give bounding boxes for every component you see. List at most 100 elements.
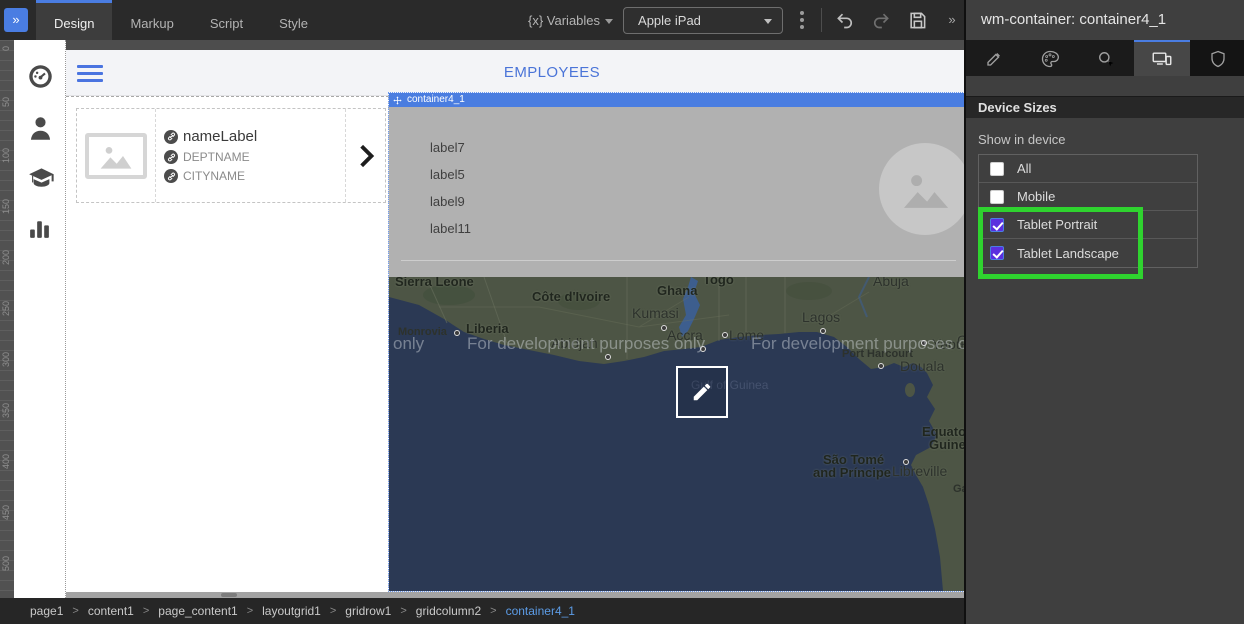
breadcrumb-item[interactable]: layoutgrid1 >: [262, 604, 345, 618]
label-widget[interactable]: label11: [430, 221, 471, 236]
panel-tab-palette-icon[interactable]: [1022, 40, 1078, 76]
device-checkbox-label: Tablet Portrait: [1017, 217, 1097, 232]
bound-field-label: CITYNAME: [183, 169, 245, 183]
chevron-down-icon: [764, 19, 772, 24]
page-header: EMPLOYEES: [66, 50, 964, 96]
save-icon[interactable]: [904, 7, 930, 33]
gray-container[interactable]: label7 label5 label9 label11: [389, 107, 964, 277]
chevron-right-icon: [345, 109, 385, 202]
collapse-toolbar-button[interactable]: »: [941, 9, 963, 31]
label-widget[interactable]: label7: [430, 140, 465, 155]
breadcrumb-separator-icon: >: [247, 605, 253, 617]
breadcrumb-separator-icon: >: [330, 605, 336, 617]
panel-tab-devices-icon[interactable]: [1134, 40, 1190, 76]
sidebar-bar-chart-icon[interactable]: [27, 216, 54, 243]
ruler-tick: 0: [1, 46, 11, 51]
app-nav-sidebar: [14, 40, 66, 598]
google-map-widget[interactable]: Sierra LeoneCôte d'IvoireGhanaTogoLiberi…: [389, 277, 964, 591]
device-size-row[interactable]: Mobile: [979, 183, 1197, 211]
map-watermark: For development purposes only: [751, 335, 964, 354]
binding-link-icon: [164, 130, 178, 144]
sidebar-user-icon[interactable]: [27, 115, 54, 142]
device-checkbox[interactable]: [990, 218, 1004, 232]
breadcrumb-item[interactable]: container4_1 >: [506, 604, 575, 618]
show-in-device-label: Show in device: [978, 132, 1065, 147]
redo-icon[interactable]: [868, 7, 894, 33]
panel-tab-pencil-icon[interactable]: [966, 40, 1022, 76]
device-frame-top: [66, 40, 964, 50]
sidebar-dashboard-icon[interactable]: [27, 63, 54, 90]
map-label: Douala: [900, 359, 944, 374]
ruler-tick: 250: [1, 301, 11, 316]
city-marker-icon: [454, 330, 460, 336]
editor-mode-tab[interactable]: Design: [36, 0, 112, 40]
breadcrumb-separator-icon: >: [72, 605, 78, 617]
scrollbar-handle[interactable]: [221, 593, 237, 597]
map-label: Lagos: [802, 310, 840, 325]
map-edit-button[interactable]: [676, 366, 728, 418]
breadcrumb-separator-icon: >: [400, 605, 406, 617]
device-size-row[interactable]: Tablet Landscape: [979, 239, 1197, 267]
variables-menu[interactable]: {x} Variables: [528, 13, 613, 28]
toolbar-divider: [821, 8, 822, 32]
ruler-tick: 300: [1, 352, 11, 367]
city-marker-icon: [661, 325, 667, 331]
device-size-row[interactable]: All: [979, 155, 1197, 183]
map-label: Abuja: [873, 277, 909, 289]
device-checkbox[interactable]: [990, 246, 1004, 260]
more-vertical-icon[interactable]: [793, 7, 811, 33]
widget-tag-label: container4_1: [407, 93, 465, 107]
panel-tab-shield-icon[interactable]: [1190, 40, 1244, 76]
bound-field-row: nameLabel: [164, 128, 345, 145]
device-checkbox[interactable]: [990, 162, 1004, 176]
device-checkbox-label: All: [1017, 161, 1031, 176]
binding-link-icon: [164, 150, 178, 164]
pencil-icon: [691, 381, 713, 403]
ruler-tick: 150: [1, 199, 11, 214]
label-widget[interactable]: label5: [430, 167, 465, 182]
breadcrumb-item[interactable]: content1 >: [88, 604, 158, 618]
image-placeholder-icon: [85, 133, 147, 179]
device-checkbox[interactable]: [990, 190, 1004, 204]
sidebar-education-icon[interactable]: [27, 165, 54, 192]
bound-field-label: nameLabel: [183, 128, 257, 145]
map-label: Togo: [703, 277, 734, 287]
ruler-tick: 200: [1, 250, 11, 265]
breadcrumb-item[interactable]: page_content1 >: [158, 604, 262, 618]
breadcrumb-separator-icon: >: [490, 605, 496, 617]
ruler-tick: 450: [1, 505, 11, 520]
map-label: Ga: [953, 483, 964, 495]
bound-field-label: DEPTNAME: [183, 150, 250, 164]
widget-selection-tag[interactable]: container4_1: [389, 93, 964, 107]
map-label: Sierra Leone: [395, 277, 474, 289]
vertical-ruler: 050100150200250300350400450500: [0, 40, 14, 598]
editor-mode-tab[interactable]: Script: [192, 0, 261, 40]
design-canvas: EMPLOYEES nameLabel: [66, 40, 964, 598]
breadcrumb-separator-icon: >: [143, 605, 149, 617]
undo-icon[interactable]: [832, 7, 858, 33]
label-widget[interactable]: label9: [430, 194, 465, 209]
selected-container-widget[interactable]: container4_1 label7 label5 label9 label11: [389, 93, 964, 591]
panel-tabs: [966, 40, 1244, 76]
move-icon: [393, 96, 402, 105]
employee-list-item[interactable]: nameLabel DEPTNAME CITYNAME: [76, 108, 386, 203]
list-column: nameLabel DEPTNAME CITYNAME: [66, 96, 389, 592]
device-size-row[interactable]: Tablet Portrait: [979, 211, 1197, 239]
editor-mode-tab[interactable]: Style: [261, 0, 326, 40]
binding-link-icon: [164, 169, 178, 183]
breadcrumb-item[interactable]: gridrow1 >: [345, 604, 415, 618]
expand-panel-button[interactable]: »: [4, 8, 28, 32]
map-label: Côte d'Ivoire: [532, 290, 610, 304]
bound-field-row: CITYNAME: [164, 169, 345, 183]
round-image-placeholder-icon: [879, 143, 964, 235]
section-header-device-sizes: Device Sizes: [966, 96, 1244, 118]
breadcrumb-item[interactable]: page1 >: [30, 604, 88, 618]
panel-tab-inspect-icon[interactable]: [1078, 40, 1134, 76]
city-marker-icon: [722, 332, 728, 338]
device-preview-select[interactable]: Apple iPad: [623, 7, 783, 34]
map-label: Ghana: [657, 284, 697, 298]
device-size-list: All Mobile Tablet Portrait Tablet Landsc…: [978, 154, 1198, 268]
breadcrumb-item[interactable]: gridcolumn2 >: [416, 604, 506, 618]
editor-mode-tab[interactable]: Markup: [112, 0, 191, 40]
selected-widget-title: wm-container: container4_1: [966, 0, 1244, 40]
